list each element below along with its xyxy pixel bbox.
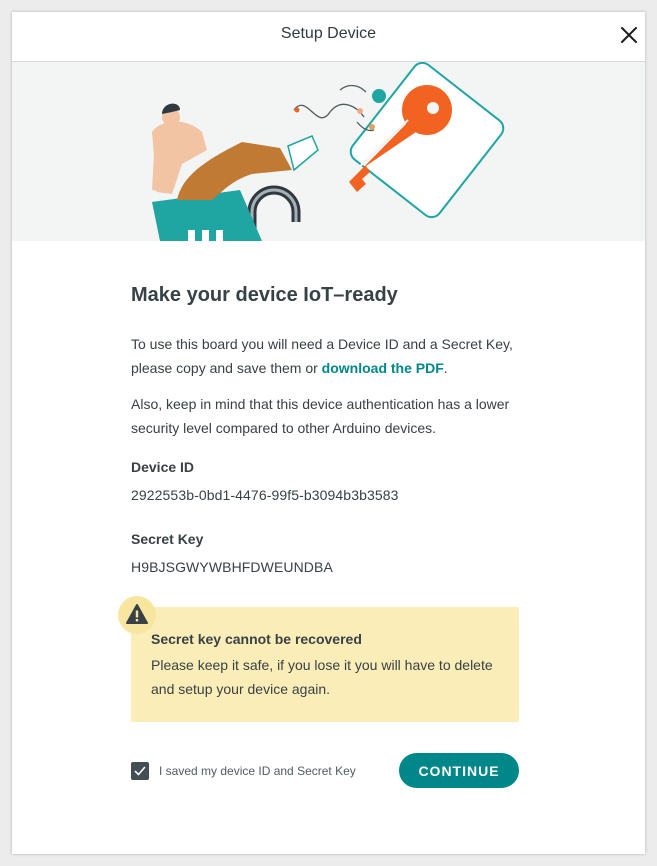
- dialog-title: Setup Device: [280, 25, 377, 42]
- warning-box: Secret key cannot be recovered Please ke…: [131, 607, 519, 722]
- warning-badge: [118, 596, 156, 634]
- close-icon: [621, 27, 637, 43]
- instructions-paragraph: To use this board you will need a Device…: [131, 332, 523, 380]
- page-title: Make your device IoT–ready: [131, 284, 398, 306]
- saved-confirmation-label[interactable]: I saved my device ID and Secret Key: [159, 764, 356, 778]
- warning-title: Secret key cannot be recovered: [151, 631, 362, 647]
- continue-button[interactable]: CONTINUE: [399, 753, 519, 788]
- dialog-header: Setup Device: [12, 12, 645, 62]
- device-id-value[interactable]: 2922553b-0bd1-4476-99f5-b3094b3b3583: [131, 487, 399, 503]
- secret-key-label: Secret Key: [131, 531, 204, 547]
- warning-triangle-icon: [126, 604, 148, 624]
- checkmark-icon: [134, 766, 146, 776]
- secret-key-value[interactable]: H9BJSGWYWBHFDWEUNDBA: [131, 559, 333, 575]
- download-pdf-link[interactable]: download the PDF: [322, 360, 444, 376]
- warning-text: Please keep it safe, if you lose it you …: [151, 657, 493, 697]
- person-figure: [152, 103, 319, 200]
- hero-illustration: [12, 62, 645, 241]
- setup-device-dialog: Setup Device Make your device IoT–ready …: [12, 12, 645, 854]
- close-button[interactable]: [617, 23, 641, 47]
- saved-confirmation-checkbox[interactable]: [131, 762, 149, 780]
- person-with-lock-and-key-illustration: [152, 62, 505, 241]
- security-note: Also, keep in mind that this device auth…: [131, 396, 510, 436]
- device-id-label: Device ID: [131, 459, 195, 475]
- instructions-text-end: .: [443, 360, 448, 376]
